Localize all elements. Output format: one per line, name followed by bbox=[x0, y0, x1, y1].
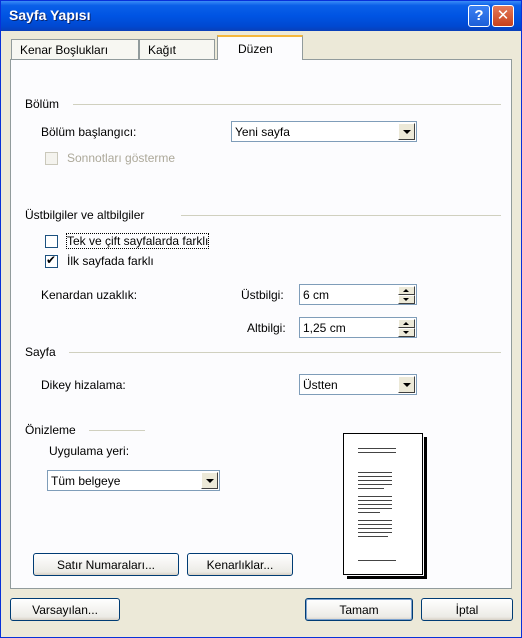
preview-line bbox=[358, 524, 392, 525]
preview-line bbox=[358, 472, 392, 473]
section-heading-section: Bölüm bbox=[25, 97, 66, 111]
preview-line bbox=[358, 496, 392, 497]
tab-paper[interactable]: Kağıt bbox=[139, 39, 215, 60]
title-bar[interactable]: Sayfa Yapısı ? ✕ bbox=[1, 1, 521, 31]
chevron-down-icon[interactable] bbox=[398, 123, 415, 140]
spin-down-icon[interactable] bbox=[398, 295, 415, 304]
chevron-down-icon[interactable] bbox=[398, 376, 415, 393]
apply-to-select[interactable]: Tüm belgeye bbox=[47, 470, 220, 491]
footer-distance-spinner[interactable]: 1,25 cm bbox=[299, 317, 417, 338]
first-page-label: İlk sayfada farklı bbox=[67, 254, 154, 268]
divider bbox=[181, 215, 501, 216]
spin-up-icon[interactable] bbox=[398, 319, 415, 328]
help-button[interactable]: ? bbox=[468, 5, 490, 27]
suppress-endnotes-label: Sonnotları gösterme bbox=[67, 151, 176, 165]
preview-line bbox=[358, 520, 392, 521]
chevron-down-icon[interactable] bbox=[201, 472, 218, 489]
preview-line bbox=[358, 476, 392, 477]
vertical-align-value: Üstten bbox=[303, 378, 338, 392]
divider bbox=[69, 352, 501, 353]
suppress-endnotes-checkbox[interactable] bbox=[45, 152, 58, 165]
odd-even-label: Tek ve çift sayfalarda farklı bbox=[65, 233, 210, 249]
spin-down-icon[interactable] bbox=[398, 328, 415, 337]
preview-line bbox=[358, 484, 392, 485]
preview-line bbox=[358, 508, 392, 509]
section-start-select[interactable]: Yeni sayfa bbox=[231, 121, 417, 142]
section-heading-page: Sayfa bbox=[25, 345, 62, 359]
apply-to-label: Uygulama yeri: bbox=[49, 444, 130, 458]
divider bbox=[89, 430, 145, 431]
section-heading-preview: Önizleme bbox=[25, 423, 82, 437]
borders-button[interactable]: Kenarlıklar... bbox=[187, 553, 293, 576]
odd-even-checkbox[interactable] bbox=[45, 235, 58, 248]
divider bbox=[73, 104, 501, 105]
preview-line bbox=[358, 500, 392, 501]
ok-button[interactable]: Tamam bbox=[305, 598, 413, 621]
preview-line bbox=[358, 452, 396, 453]
page-setup-dialog: Sayfa Yapısı ? ✕ Kenar Boşlukları Kağıt … bbox=[0, 0, 522, 638]
set-default-button[interactable]: Varsayılan... bbox=[10, 598, 120, 621]
tab-layout[interactable]: Düzen bbox=[217, 35, 303, 60]
preview-line bbox=[358, 528, 392, 529]
preview-line bbox=[358, 448, 396, 449]
preview-shadow bbox=[347, 576, 427, 579]
layout-panel: Bölüm Bölüm başlangıcı: Yeni sayfa Sonno… bbox=[10, 59, 512, 589]
apply-to-value: Tüm belgeye bbox=[51, 474, 121, 488]
from-edge-label: Kenardan uzaklık: bbox=[41, 288, 138, 302]
header-distance-spinner[interactable]: 6 cm bbox=[299, 284, 417, 305]
preview-line bbox=[358, 512, 380, 513]
tab-margins[interactable]: Kenar Boşlukları bbox=[11, 39, 139, 60]
footer-distance-label: Altbilgi: bbox=[247, 321, 286, 335]
preview-line bbox=[358, 488, 384, 489]
header-distance-value: 6 cm bbox=[303, 288, 330, 302]
spin-up-icon[interactable] bbox=[398, 286, 415, 295]
section-heading-headers: Üstbilgiler ve altbilgiler bbox=[25, 208, 151, 222]
preview-line bbox=[358, 504, 392, 505]
header-distance-label: Üstbilgi: bbox=[241, 288, 284, 302]
close-button[interactable]: ✕ bbox=[492, 5, 514, 27]
vertical-align-label: Dikey hizalama: bbox=[41, 378, 126, 392]
first-page-checkbox[interactable]: ✔ bbox=[45, 253, 58, 268]
cancel-button[interactable]: İptal bbox=[421, 598, 513, 621]
window-title: Sayfa Yapısı bbox=[9, 7, 91, 23]
vertical-align-select[interactable]: Üstten bbox=[299, 374, 417, 395]
section-start-label: Bölüm başlangıcı: bbox=[41, 125, 137, 139]
footer-distance-value: 1,25 cm bbox=[303, 321, 346, 335]
preview-line bbox=[358, 536, 388, 537]
preview-line bbox=[358, 480, 392, 481]
line-numbers-button[interactable]: Satır Numaraları... bbox=[33, 553, 179, 576]
page-preview-image bbox=[343, 433, 427, 579]
preview-line bbox=[358, 532, 392, 533]
preview-line bbox=[358, 560, 396, 561]
section-start-value: Yeni sayfa bbox=[235, 125, 290, 139]
